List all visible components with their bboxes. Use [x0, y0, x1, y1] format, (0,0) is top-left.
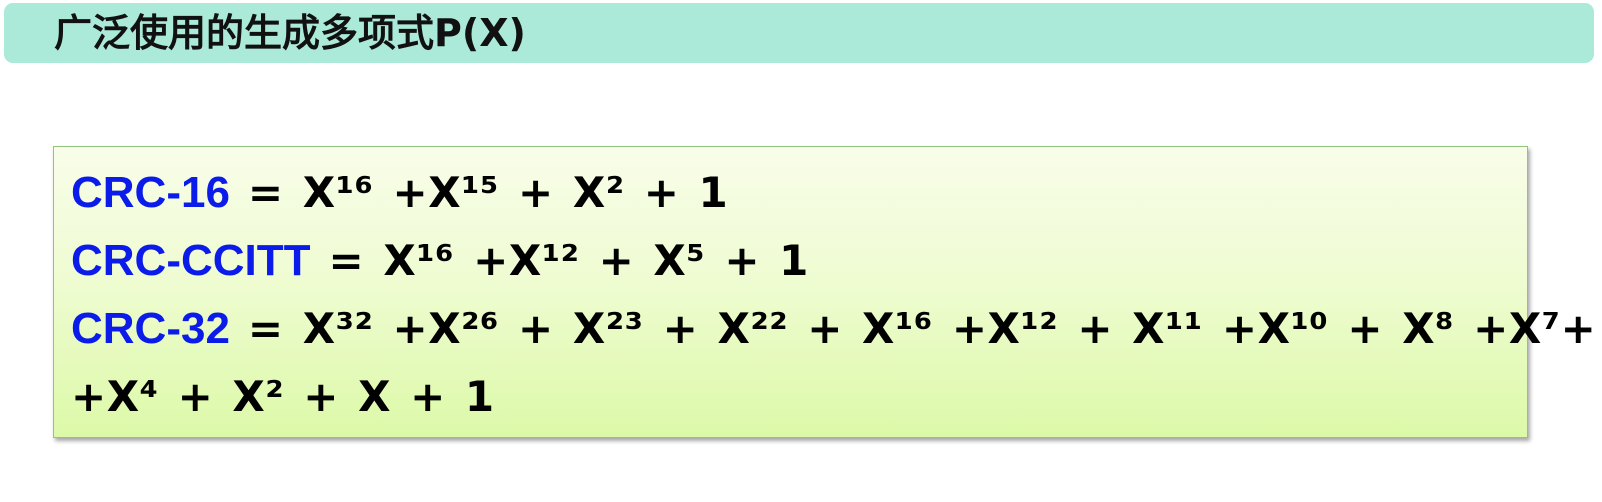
crc-ccitt-label: CRC-CCITT	[71, 236, 311, 285]
formula-box: CRC-16 = X¹⁶ +X¹⁵ + X² + 1 CRC-CCITT = X¹⁶…	[53, 146, 1602, 438]
crc-ccitt-polynomial: = X¹⁶ +X¹² + X⁵ + 1	[328, 236, 809, 285]
crc32-polynomial: = X³² +X²⁶ + X²³ + X²² + X¹⁶ +X¹² + X¹¹ …	[247, 304, 1602, 353]
page-title: 广泛使用的生成多项式P(X)	[54, 11, 526, 55]
formula-line-crc16: CRC-16 = X¹⁶ +X¹⁵ + X² + 1	[71, 163, 728, 223]
crc32-label: CRC-32	[71, 304, 230, 353]
crc16-label: CRC-16	[71, 168, 230, 217]
crc32-polynomial-continuation: +X⁴ + X² + X + 1	[71, 372, 495, 421]
formula-line-crc-ccitt: CRC-CCITT = X¹⁶ +X¹² + X⁵ + 1	[71, 231, 809, 291]
title-bar: 广泛使用的生成多项式P(X)	[4, 3, 1594, 63]
formula-line-crc32-continuation: +X⁴ + X² + X + 1	[71, 367, 495, 427]
formula-line-crc32: CRC-32 = X³² +X²⁶ + X²³ + X²² + X¹⁶ +X¹² …	[71, 299, 1602, 359]
crc16-polynomial: = X¹⁶ +X¹⁵ + X² + 1	[247, 168, 729, 217]
